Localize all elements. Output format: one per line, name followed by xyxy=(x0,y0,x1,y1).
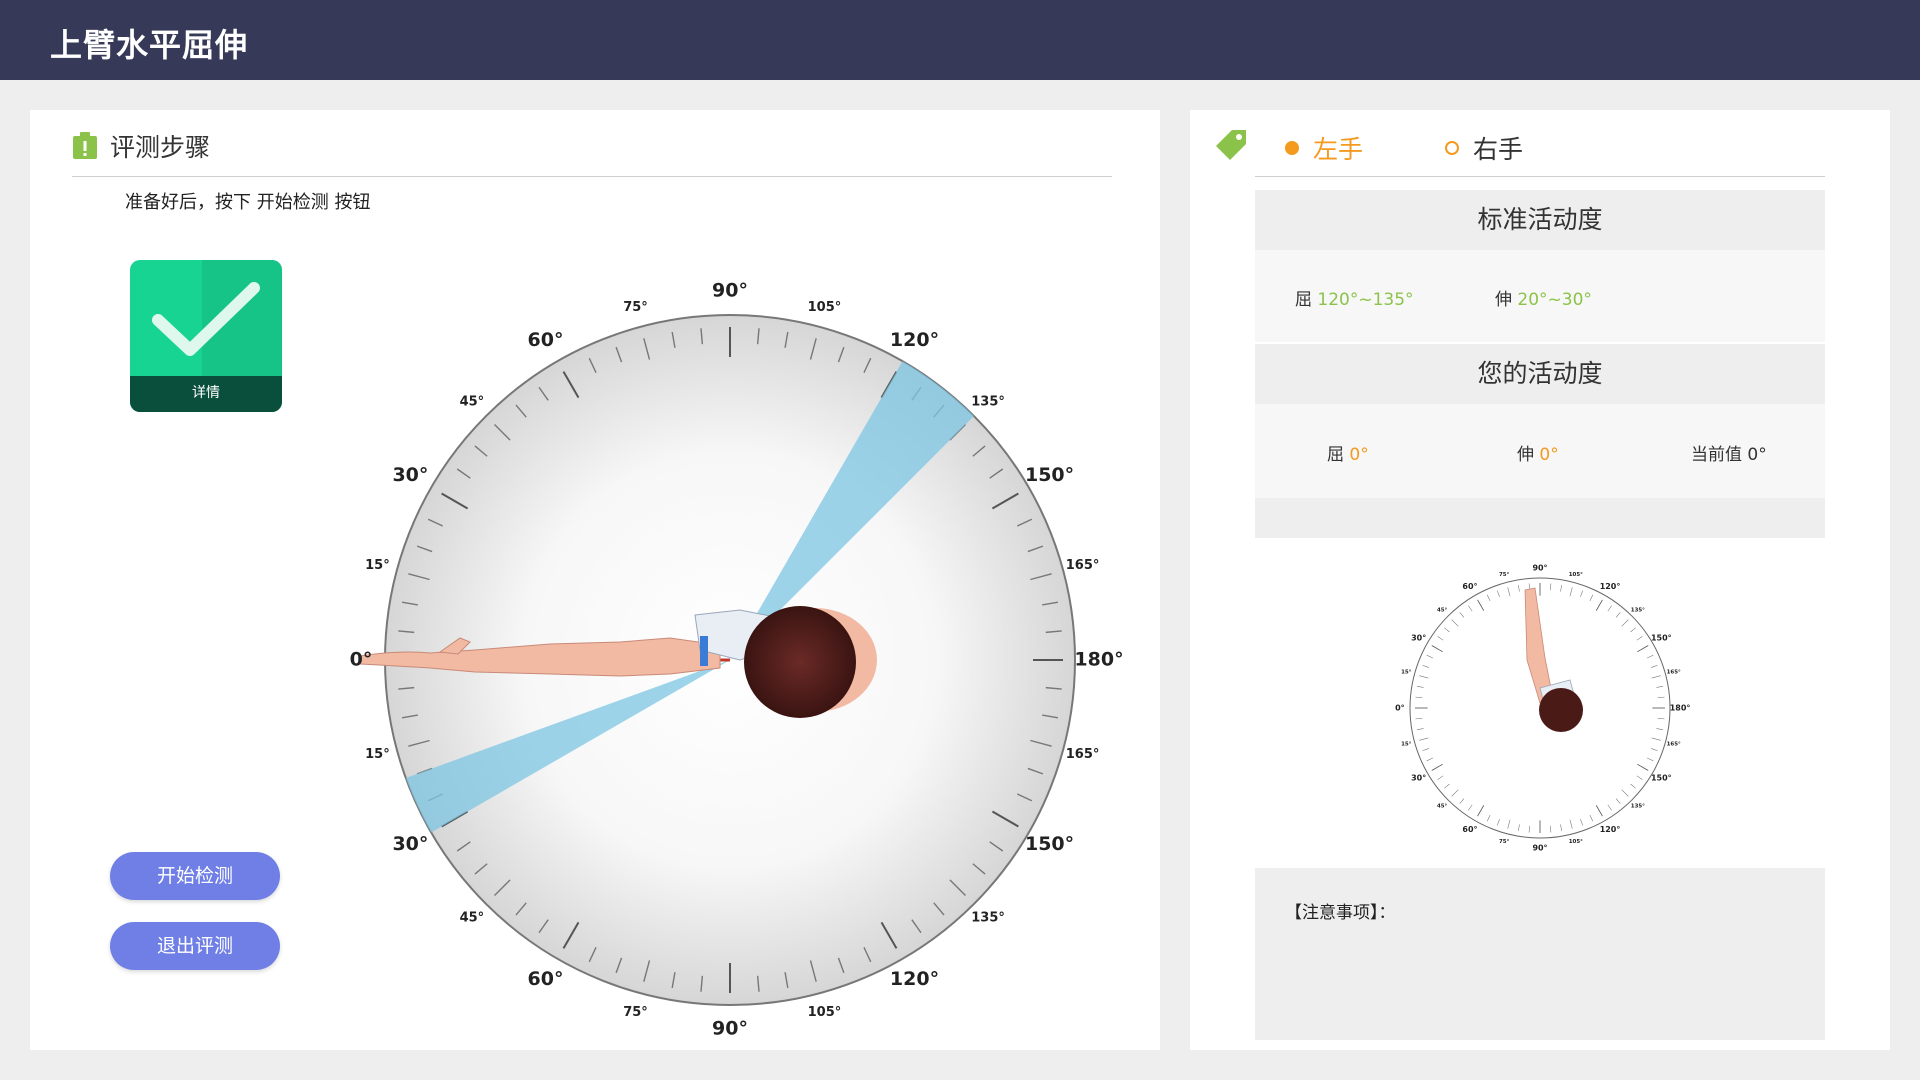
live-gauge-box: 0° 15° 15° 30° 30° 45° 45° 60° 60° 75° 75° 90° 90° 10… xyxy=(1255,528,1825,868)
result-panel: 左手 右手 标准活动度 屈 120°~135° 伸 20°~30° 您的活动度 … xyxy=(1190,110,1890,1050)
gauge-label: 15° xyxy=(365,558,390,573)
gauge-label: 120° xyxy=(890,968,939,990)
standard-ext-value: 20°~30° xyxy=(1517,290,1592,310)
gauge-label: 45° xyxy=(460,911,485,926)
gauge-label: 135° xyxy=(1631,803,1645,809)
standard-ext-label: 伸 xyxy=(1495,290,1512,310)
right-hand-option[interactable]: 右手 xyxy=(1445,130,1523,166)
radio-selected-icon xyxy=(1285,141,1299,155)
detail-label: 详情 xyxy=(130,376,282,412)
gauge-label: 15° xyxy=(365,747,390,762)
your-flex-value: 0° xyxy=(1349,445,1369,465)
start-test-button[interactable]: 开始检测 xyxy=(110,852,280,900)
gauge-label: 60° xyxy=(1462,582,1477,591)
gauge-label: 150° xyxy=(1651,774,1672,783)
gauge-label: 120° xyxy=(1600,582,1621,591)
gauge-label: 135° xyxy=(971,394,1005,409)
gauge-label: 60° xyxy=(1462,825,1477,834)
gauge-label: 120° xyxy=(1600,825,1621,834)
right-hand-label: 右手 xyxy=(1473,135,1524,164)
gauge-label: 0° xyxy=(1395,704,1405,713)
gauge-label: 180° xyxy=(1670,704,1691,713)
gauge-label: 0° xyxy=(350,649,373,671)
gauge-label: 90° xyxy=(712,1018,748,1040)
your-ext-label: 伸 xyxy=(1517,445,1534,465)
spacer-band xyxy=(1255,498,1825,528)
your-rom-title: 您的活动度 xyxy=(1255,344,1825,404)
gauge-label: 30° xyxy=(1411,774,1426,783)
gauge-label: 45° xyxy=(1437,608,1448,614)
top-bar: 上臂水平屈伸 xyxy=(0,0,1920,80)
gauge-label: 150° xyxy=(1651,633,1672,642)
gauge-label: 60° xyxy=(528,968,564,990)
gauge-label: 90° xyxy=(1532,563,1547,572)
gauge-label: 30° xyxy=(1411,633,1426,642)
gauge-label: 60° xyxy=(528,329,564,351)
gauge-label: 90° xyxy=(712,280,748,302)
angle-gauge: 0° 15° 15° 30° 30° 45° 45° 60° 60° 75° 75° 90° 90° 10… xyxy=(350,280,1124,1040)
tag-icon xyxy=(1216,130,1246,160)
gauge-label: 45° xyxy=(460,394,485,409)
left-hand-label: 左手 xyxy=(1313,135,1364,164)
gauge-label: 135° xyxy=(971,911,1005,926)
live-angle-gauge: 0° 15° 15° 30° 30° 45° 45° 60° 60° 75° 75° 90° 90° 10… xyxy=(1395,563,1691,853)
notes-box: 【注意事项】： xyxy=(1255,868,1825,1040)
clipboard-icon xyxy=(73,132,97,159)
your-ext-value: 0° xyxy=(1539,445,1559,465)
gauge-label: 30° xyxy=(392,464,428,486)
standard-flex-value: 120°~135° xyxy=(1317,290,1414,310)
gauge-label: 105° xyxy=(1569,572,1583,578)
gauge-label: 120° xyxy=(890,329,939,351)
gauge-label: 180° xyxy=(1074,649,1123,671)
left-hand-option[interactable]: 左手 xyxy=(1285,130,1363,166)
live-head-figure xyxy=(1539,688,1583,732)
gauge-label: 165° xyxy=(1066,747,1100,762)
gauge-label: 105° xyxy=(808,300,842,315)
gauge-label: 45° xyxy=(1437,803,1448,809)
gauge-label: 30° xyxy=(392,833,428,855)
divider xyxy=(72,176,1112,177)
gauge-label: 75° xyxy=(1499,572,1510,578)
gauge-label: 15° xyxy=(1401,670,1412,676)
divider xyxy=(1255,176,1825,177)
exit-test-button[interactable]: 退出评测 xyxy=(110,922,280,970)
standard-rom-body: 屈 120°~135° 伸 20°~30° xyxy=(1255,250,1825,342)
gauge-label: 105° xyxy=(808,1005,842,1020)
gauge-label: 165° xyxy=(1667,670,1681,676)
head-figure xyxy=(744,606,856,718)
gauge-label: 15° xyxy=(1401,741,1412,747)
gauge-label: 150° xyxy=(1025,833,1074,855)
gauge-label: 75° xyxy=(623,300,648,315)
gauge-label: 135° xyxy=(1631,608,1645,614)
detail-button[interactable]: 详情 xyxy=(130,260,282,412)
steps-panel: 评测步骤 准备好后，按下 开始检测 按钮 详情 开始检测 退出评测 0° 15°… xyxy=(30,110,1160,1050)
gauge-label: 165° xyxy=(1667,741,1681,747)
gauge-label: 150° xyxy=(1025,464,1074,486)
your-ext: 伸 0° xyxy=(1517,440,1559,465)
standard-flex: 屈 120°~135° xyxy=(1295,285,1414,310)
gauge-label: 75° xyxy=(1499,839,1510,845)
your-flex-label: 屈 xyxy=(1327,445,1344,465)
gauge-label: 105° xyxy=(1569,839,1583,845)
standard-rom-title: 标准活动度 xyxy=(1255,190,1825,250)
steps-title: 评测步骤 xyxy=(110,133,211,162)
current-value: 当前值 0° xyxy=(1691,445,1767,465)
notes-label: 【注意事项】： xyxy=(1285,903,1396,923)
your-rom-body: 屈 0° 伸 0° 当前值 0° xyxy=(1255,404,1825,498)
your-flex: 屈 0° xyxy=(1327,440,1369,465)
standard-flex-label: 屈 xyxy=(1295,290,1312,310)
gauge-label: 165° xyxy=(1066,558,1100,573)
page-title: 上臂水平屈伸 xyxy=(50,26,249,64)
gauge-label: 90° xyxy=(1532,844,1547,853)
instruction-text: 准备好后，按下 开始检测 按钮 xyxy=(125,192,371,213)
standard-ext: 伸 20°~30° xyxy=(1495,285,1592,310)
gauge-label: 75° xyxy=(623,1005,648,1020)
radio-unselected-icon xyxy=(1445,141,1459,155)
checkmark-icon xyxy=(152,282,260,356)
